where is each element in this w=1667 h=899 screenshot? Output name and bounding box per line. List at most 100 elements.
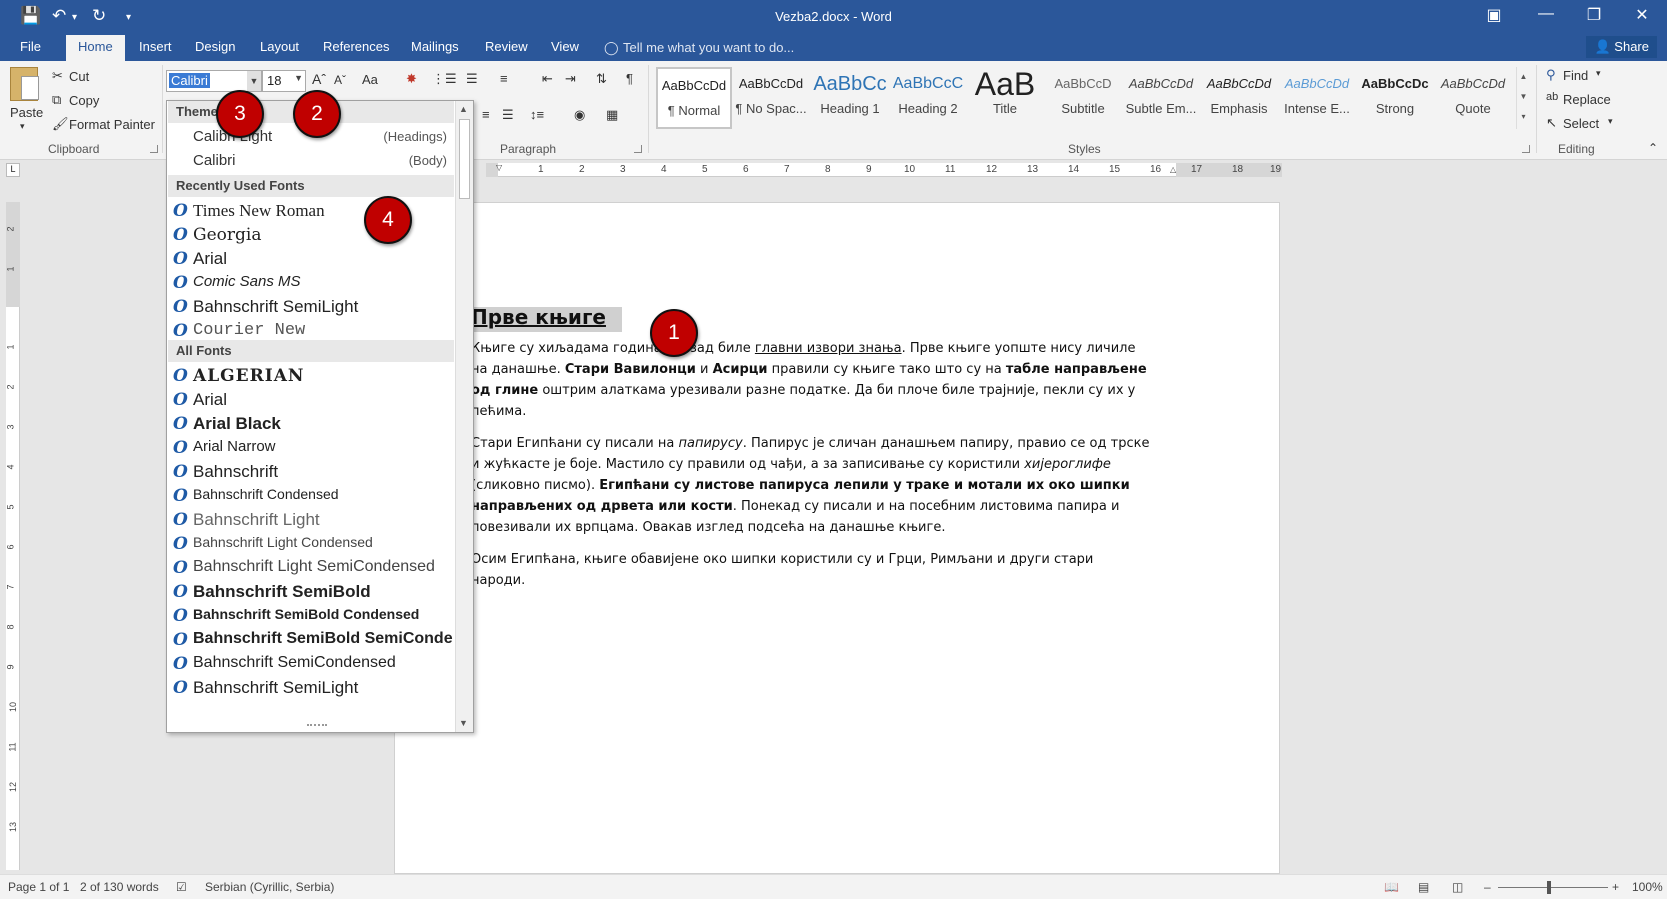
- align-right-icon[interactable]: ≡: [482, 107, 490, 122]
- clear-formatting-icon[interactable]: ✸: [406, 71, 417, 87]
- zoom-level[interactable]: 100%: [1632, 880, 1663, 894]
- tell-me-search[interactable]: Tell me what you want to do...: [623, 40, 794, 55]
- font-option-theme-body[interactable]: Calibri (Body): [167, 149, 453, 173]
- font-size-dropdown-icon[interactable]: ▼: [294, 73, 303, 83]
- style-subtle-emphasis[interactable]: AaBbCcDd Subtle Em...: [1123, 67, 1199, 129]
- more-icon[interactable]: ▾: [1517, 107, 1530, 127]
- decrease-indent-icon[interactable]: ⇤: [542, 71, 553, 87]
- font-option[interactable]: O Bahnschrift SemiBold Condensed: [167, 604, 453, 629]
- shrink-font-icon[interactable]: Aˇ: [334, 73, 346, 87]
- borders-icon[interactable]: ▦: [606, 107, 618, 123]
- style-intense-emphasis[interactable]: AaBbCcDd Intense E...: [1279, 67, 1355, 129]
- document-paragraph[interactable]: Књиге су хиљадама година уназад биле гла…: [471, 338, 1151, 422]
- tab-insert[interactable]: Insert: [139, 39, 172, 54]
- clipboard-launcher-icon[interactable]: [150, 145, 158, 153]
- zoom-slider[interactable]: [1498, 887, 1608, 888]
- replace-button[interactable]: Replace: [1563, 92, 1611, 107]
- ribbon-display-icon[interactable]: ▣: [1474, 5, 1514, 25]
- font-option[interactable]: O Bahnschrift SemiBold: [167, 580, 453, 605]
- tab-design[interactable]: Design: [195, 39, 235, 54]
- page-count[interactable]: Page 1 of 1: [8, 880, 69, 894]
- shading-icon[interactable]: ◉: [574, 107, 585, 123]
- font-list-scrollbar[interactable]: ▲ ▼: [455, 101, 473, 732]
- tab-layout[interactable]: Layout: [260, 39, 299, 54]
- font-option[interactable]: O Bahnschrift SemiBold SemiConden: [167, 628, 453, 653]
- font-option[interactable]: O Arial Narrow: [167, 436, 453, 461]
- style-heading-1[interactable]: AaBbCc Heading 1: [812, 67, 888, 129]
- select-dropdown-icon[interactable]: ▾: [1608, 116, 1613, 127]
- paste-icon[interactable]: [10, 67, 39, 101]
- style-normal[interactable]: AaBbCcDd ¶ Normal: [656, 67, 732, 129]
- restore-icon[interactable]: ❐: [1574, 5, 1614, 25]
- vertical-ruler[interactable]: 2 1 1 2 3 4 5 6 7 8 9 10 11 12 13: [6, 202, 20, 870]
- tab-mailings[interactable]: Mailings: [411, 39, 459, 54]
- cut-button[interactable]: Cut: [69, 69, 89, 84]
- format-painter-button[interactable]: Format Painter: [69, 117, 155, 132]
- show-marks-icon[interactable]: ¶: [626, 71, 633, 86]
- style-quote[interactable]: AaBbCcDd Quote: [1435, 67, 1511, 129]
- close-icon[interactable]: ✕: [1622, 5, 1662, 25]
- tab-selector[interactable]: L: [6, 163, 20, 177]
- bullets-icon[interactable]: ⋮☰: [432, 71, 457, 87]
- styles-launcher-icon[interactable]: [1522, 145, 1530, 153]
- copy-button[interactable]: Copy: [69, 93, 99, 108]
- minimize-icon[interactable]: —: [1526, 5, 1566, 23]
- style-title[interactable]: AaB Title: [967, 67, 1043, 129]
- multilevel-list-icon[interactable]: ≡: [500, 71, 508, 86]
- scroll-thumb[interactable]: [459, 119, 470, 199]
- line-spacing-icon[interactable]: ↕≡: [530, 107, 544, 122]
- font-size-box[interactable]: 18 ▼: [262, 70, 306, 92]
- zoom-out-button[interactable]: –: [1484, 880, 1491, 894]
- zoom-in-button[interactable]: +: [1612, 880, 1619, 894]
- grow-font-icon[interactable]: Aˆ: [312, 71, 326, 87]
- font-option[interactable]: O ALGERIAN: [167, 364, 453, 389]
- read-mode-icon[interactable]: 📖: [1384, 880, 1399, 894]
- font-option[interactable]: O Bahnschrift Condensed: [167, 484, 453, 509]
- word-count[interactable]: 2 of 130 words: [80, 880, 159, 894]
- sort-icon[interactable]: ⇅: [596, 71, 607, 87]
- font-option[interactable]: O Bahnschrift Light: [167, 508, 453, 533]
- horizontal-ruler[interactable]: ▽ △ 1 2 3 4 5 6 7 8 9 10 11 12 13 14 15 …: [486, 163, 1282, 177]
- font-option[interactable]: O Bahnschrift Light Condensed: [167, 532, 453, 557]
- font-name-box[interactable]: Calibri ▼: [166, 70, 262, 92]
- font-option[interactable]: O Comic Sans MS: [167, 271, 453, 296]
- numbering-icon[interactable]: ☰: [466, 71, 478, 87]
- font-option[interactable]: O Arial Black: [167, 412, 453, 437]
- font-option[interactable]: O Bahnschrift Light SemiCondensed: [167, 556, 453, 581]
- indent-marker-icon[interactable]: ▽: [496, 163, 502, 172]
- font-option[interactable]: O Bahnschrift SemiLight: [167, 295, 453, 320]
- right-indent-icon[interactable]: △: [1170, 165, 1176, 174]
- proofing-icon[interactable]: ☑: [176, 880, 187, 894]
- chevron-down-icon[interactable]: ▼: [1517, 87, 1530, 107]
- document-body[interactable]: Прве књиге Књиге су хиљадама година уназ…: [471, 307, 1151, 602]
- scroll-up-icon[interactable]: ▲: [459, 104, 468, 114]
- font-name-dropdown-icon[interactable]: ▼: [247, 71, 261, 91]
- language-indicator[interactable]: Serbian (Cyrillic, Serbia): [205, 880, 334, 894]
- style-strong[interactable]: AaBbCcDc Strong: [1357, 67, 1433, 129]
- tab-file[interactable]: File: [20, 39, 41, 54]
- font-option[interactable]: O Arial: [167, 247, 453, 272]
- find-button[interactable]: Find: [1563, 68, 1588, 83]
- document-page[interactable]: Прве књиге Књиге су хиљадама година уназ…: [394, 202, 1280, 874]
- style-subtitle[interactable]: AaBbCcD Subtitle: [1045, 67, 1121, 129]
- justify-icon[interactable]: ☰: [502, 107, 514, 123]
- find-dropdown-icon[interactable]: ▾: [1596, 68, 1601, 79]
- tab-references[interactable]: References: [323, 39, 389, 54]
- increase-indent-icon[interactable]: ⇥: [565, 71, 576, 87]
- document-paragraph[interactable]: Стари Египћани су писали на папирусу. Па…: [471, 433, 1151, 538]
- change-case-button[interactable]: Aa: [362, 72, 378, 87]
- paste-button[interactable]: Paste: [10, 105, 43, 120]
- collapse-ribbon-icon[interactable]: ⌃: [1648, 141, 1658, 155]
- font-option[interactable]: O Bahnschrift SemiLight: [167, 676, 453, 701]
- font-option[interactable]: O Bahnschrift SemiCondensed: [167, 652, 453, 677]
- font-option[interactable]: O Arial: [167, 388, 453, 413]
- paragraph-launcher-icon[interactable]: [634, 145, 642, 153]
- tab-review[interactable]: Review: [485, 39, 528, 54]
- scroll-down-icon[interactable]: ▼: [459, 718, 468, 728]
- tab-view[interactable]: View: [551, 39, 579, 54]
- font-option[interactable]: O Bahnschrift: [167, 460, 453, 485]
- zoom-slider-thumb[interactable]: [1547, 881, 1551, 894]
- share-button[interactable]: 👤 Share: [1586, 36, 1657, 58]
- print-layout-icon[interactable]: ▤: [1418, 880, 1429, 894]
- style-heading-2[interactable]: AaBbCcC Heading 2: [890, 67, 966, 129]
